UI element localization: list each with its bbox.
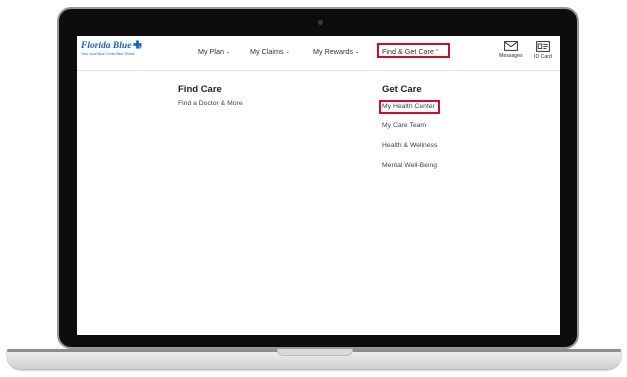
chevron-down-icon: ⌄ (225, 49, 231, 55)
menu-link-mental-well-being[interactable]: Mental Well-Being (382, 160, 440, 180)
find-care-column: Find Care Find a Doctor & More (178, 84, 243, 107)
chevron-down-icon: ⌄ (354, 49, 360, 55)
brand-logo[interactable]: Florida Blue Your local Blue Cross Blue … (81, 40, 165, 56)
messages-label: Messages (499, 53, 523, 59)
nav-find-get-care-label: Find & Get Care (382, 47, 434, 56)
menu-link-find-a-doctor[interactable]: Find a Doctor & More (178, 100, 243, 107)
id-card-icon (536, 41, 550, 52)
id-card-label: ID Card (534, 54, 552, 60)
chevron-down-icon: ⌄ (285, 49, 290, 55)
laptop-base (7, 349, 621, 369)
nav-my-claims[interactable]: My Claims ⌄ (250, 47, 290, 56)
laptop-notch (277, 349, 353, 356)
chevron-up-icon: ^ (435, 49, 439, 55)
top-navigation: Florida Blue Your local Blue Cross Blue … (77, 36, 560, 71)
my-health-center-highlight: My Health Center (379, 100, 440, 114)
nav-my-plan-label: My Plan (198, 47, 224, 56)
browser-viewport: Florida Blue Your local Blue Cross Blue … (77, 36, 560, 335)
nav-my-plan[interactable]: My Plan ⌄ (198, 47, 230, 56)
get-care-column: Get Care My Health Center My Care Team H… (379, 84, 440, 180)
menu-link-health-wellness[interactable]: Health & Wellness (382, 140, 440, 160)
nav-my-rewards[interactable]: My Rewards ⌄ (313, 47, 359, 56)
menu-link-my-health-center[interactable]: My Health Center (379, 100, 440, 120)
cross-shield-logo-icon (133, 40, 142, 49)
nav-my-rewards-label: My Rewards (313, 47, 353, 56)
id-card-button[interactable]: ID Card (534, 41, 552, 60)
nav-my-claims-label: My Claims (250, 47, 284, 56)
nav-find-get-care[interactable]: Find & Get Care ^ (377, 43, 450, 58)
webcam (318, 20, 323, 25)
messages-button[interactable]: Messages (499, 41, 523, 59)
envelope-icon (503, 41, 518, 51)
find-care-heading: Find Care (178, 84, 222, 95)
brand-tagline: Your local Blue Cross Blue Shield (81, 52, 135, 56)
menu-link-my-care-team[interactable]: My Care Team (382, 120, 440, 140)
brand-name: Florida Blue (81, 41, 132, 51)
get-care-heading: Get Care (382, 84, 422, 95)
